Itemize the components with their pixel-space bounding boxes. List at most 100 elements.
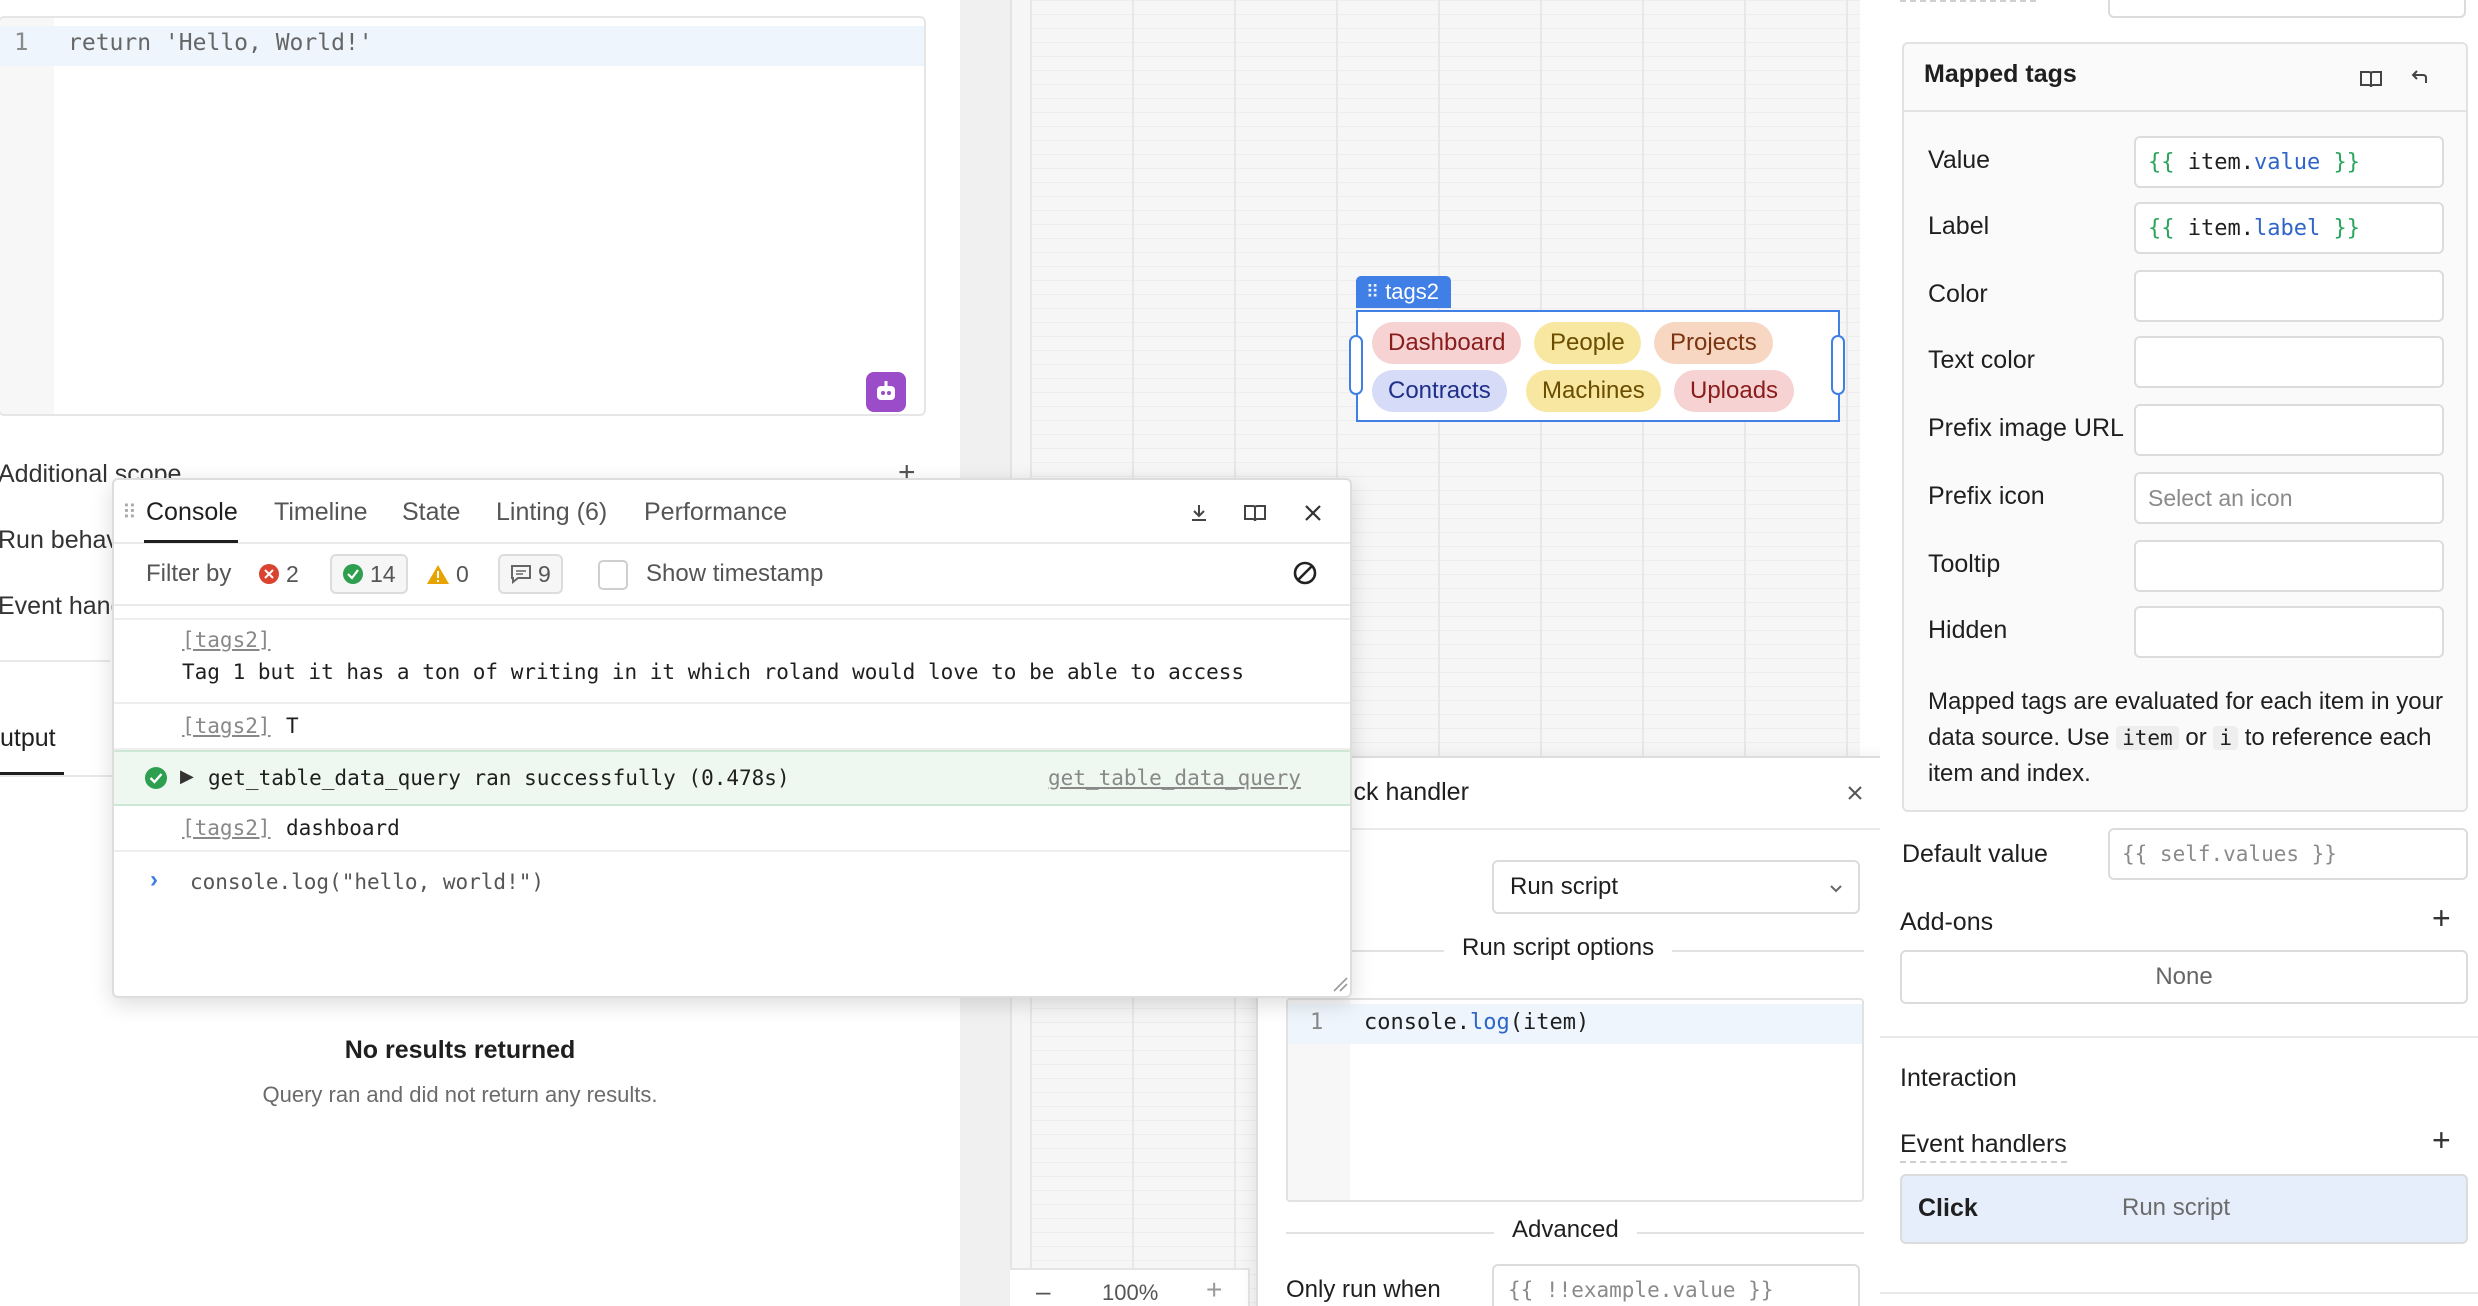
section-event-handlers[interactable]: Event hand bbox=[0, 592, 125, 621]
tab-console[interactable]: Console bbox=[146, 498, 238, 527]
tab-output[interactable]: utput bbox=[0, 724, 56, 753]
zoom-out-button[interactable]: – bbox=[1036, 1276, 1050, 1306]
tags-component[interactable]: Dashboard People Projects Contracts Mach… bbox=[1356, 310, 1840, 422]
close-handler-button[interactable] bbox=[1842, 780, 1868, 806]
clear-console-button[interactable] bbox=[1290, 558, 1320, 588]
tag-label: Uploads bbox=[1690, 377, 1779, 404]
tpl-dot: . bbox=[2240, 149, 2254, 175]
section-run-behavior[interactable]: Run behav bbox=[0, 526, 119, 555]
only-run-when-input[interactable]: {{ !!example.value }} bbox=[1492, 1264, 1860, 1306]
filter-warnings[interactable]: 0 bbox=[426, 554, 469, 594]
tag-people[interactable]: People bbox=[1534, 322, 1641, 364]
tab-performance[interactable]: Performance bbox=[644, 498, 787, 527]
tpl-prop: value bbox=[2253, 149, 2321, 175]
tab-linting[interactable]: Linting (6) bbox=[496, 498, 607, 527]
expand-triangle-icon[interactable]: ▶ bbox=[180, 766, 194, 787]
success-count: 14 bbox=[370, 560, 396, 587]
help-code-index: i bbox=[2213, 726, 2239, 750]
code-dot: . bbox=[1456, 1010, 1470, 1035]
resize-grip-icon[interactable] bbox=[1330, 974, 1348, 992]
prefix-icon-label: Prefix icon bbox=[1928, 482, 2045, 510]
reset-mapping-button[interactable] bbox=[2404, 64, 2434, 94]
help-code-item: item bbox=[2116, 726, 2179, 750]
tag-dashboard[interactable]: Dashboard bbox=[1372, 322, 1522, 364]
prefix-icon-select[interactable]: Select an icon bbox=[2134, 472, 2444, 524]
hidden-input[interactable] bbox=[2134, 606, 2444, 658]
log-row: [tags2] Tag 1 but it has a ton of writin… bbox=[114, 620, 1350, 704]
truncated-label-underline bbox=[1900, 0, 2036, 2]
tag-projects[interactable]: Projects bbox=[1654, 322, 1773, 364]
log-source-tag[interactable]: [tags2] bbox=[182, 714, 271, 738]
tag-label: Machines bbox=[1542, 377, 1645, 404]
download-logs-button[interactable] bbox=[1184, 498, 1214, 528]
docs-button[interactable] bbox=[1240, 498, 1270, 528]
value-input[interactable]: {{ item. value }} bbox=[2134, 136, 2444, 188]
options-heading: Run script options bbox=[1444, 934, 1673, 962]
tab-timeline[interactable]: Timeline bbox=[274, 498, 368, 527]
query-code-editor[interactable]: 1 return 'Hello, World!' bbox=[0, 16, 926, 416]
tooltip-label: Tooltip bbox=[1928, 550, 2001, 578]
tooltip-input[interactable] bbox=[2134, 540, 2444, 592]
component-name-badge[interactable]: ⠿ tags2 bbox=[1356, 276, 1452, 308]
resize-handle-left[interactable] bbox=[1349, 335, 1363, 395]
download-icon bbox=[1192, 505, 1206, 521]
filter-errors[interactable]: 2 bbox=[258, 554, 299, 594]
prompt-chevron-icon: › bbox=[150, 866, 158, 893]
query-link[interactable]: get_table_data_query bbox=[1048, 766, 1301, 790]
drag-handle-icon[interactable]: ⠿ bbox=[122, 500, 137, 525]
mapped-help-text: Mapped tags are evaluated for each item … bbox=[1928, 684, 2448, 792]
event-handler-row[interactable]: Click Run script bbox=[1900, 1174, 2468, 1244]
text-color-input[interactable] bbox=[2134, 336, 2444, 388]
tag-uploads[interactable]: Uploads bbox=[1674, 370, 1795, 412]
error-count: 2 bbox=[286, 560, 299, 587]
addons-none-box[interactable]: None bbox=[1900, 950, 2468, 1004]
close-console-button[interactable] bbox=[1298, 498, 1328, 528]
no-results-title: No results returned bbox=[344, 1036, 576, 1064]
chevron-down-icon bbox=[1830, 885, 1842, 893]
mapped-docs-button[interactable] bbox=[2356, 64, 2386, 94]
default-value-input[interactable]: {{ self.values }} bbox=[2108, 828, 2468, 880]
mapped-tags-title: Mapped tags bbox=[1924, 60, 2077, 88]
editor-line-number: 1 bbox=[14, 28, 29, 56]
log-source-tag[interactable]: [tags2] bbox=[182, 628, 271, 652]
script-code-editor[interactable]: 1 console.log(item) bbox=[1286, 998, 1864, 1202]
show-timestamp-checkbox[interactable] bbox=[598, 560, 628, 590]
inspector-bottom-divider bbox=[1880, 1292, 2478, 1294]
event-handlers-label: Event handlers bbox=[1900, 1130, 2067, 1163]
tag-label: Dashboard bbox=[1388, 329, 1506, 356]
label-input[interactable]: {{ item. label }} bbox=[2134, 202, 2444, 254]
editor-code-line[interactable]: return 'Hello, World!' bbox=[68, 30, 373, 56]
success-icon bbox=[145, 767, 167, 789]
drag-handle-icon[interactable]: ⠿ bbox=[1366, 282, 1379, 303]
add-addon-plus-icon[interactable]: + bbox=[2432, 900, 2451, 937]
tpl-open: {{ bbox=[2148, 215, 2175, 241]
truncated-input[interactable] bbox=[2108, 0, 2466, 18]
tag-label: Projects bbox=[1670, 329, 1757, 356]
inspector-divider bbox=[1880, 1036, 2478, 1038]
advanced-heading: Advanced bbox=[1494, 1216, 1637, 1244]
console-input[interactable]: console.log("hello, world!") bbox=[190, 870, 544, 894]
zoom-in-button[interactable]: + bbox=[1206, 1274, 1222, 1306]
tag-contracts[interactable]: Contracts bbox=[1372, 370, 1507, 412]
code-object: console bbox=[1364, 1010, 1457, 1035]
ai-assist-button[interactable] bbox=[866, 372, 906, 412]
filter-success[interactable]: 14 bbox=[330, 554, 408, 594]
tag-machines[interactable]: Machines bbox=[1526, 370, 1661, 412]
add-event-handler-plus-icon[interactable]: + bbox=[2432, 1122, 2451, 1159]
code-function: log bbox=[1469, 1010, 1510, 1035]
action-select[interactable]: Run script bbox=[1492, 860, 1860, 914]
log-message[interactable]: get_table_data_query ran successfully (0… bbox=[208, 766, 790, 790]
debug-console: ⠿ Console Timeline State Linting (6) Per… bbox=[112, 478, 1352, 998]
color-label: Color bbox=[1928, 280, 1988, 308]
help-text-part: or bbox=[2185, 724, 2207, 751]
zoom-level[interactable]: 100% bbox=[1102, 1280, 1158, 1306]
prefix-image-input[interactable] bbox=[2134, 404, 2444, 456]
resize-handle-right[interactable] bbox=[1831, 335, 1845, 395]
log-source-tag[interactable]: [tags2] bbox=[182, 816, 271, 840]
code-args: (item) bbox=[1509, 1010, 1590, 1035]
color-input[interactable] bbox=[2134, 270, 2444, 322]
editor-code-line[interactable]: console.log(item) bbox=[1364, 1010, 1589, 1035]
console-tab-bar: ⠿ Console Timeline State Linting (6) Per… bbox=[114, 480, 1350, 544]
filter-messages[interactable]: 9 bbox=[498, 554, 563, 594]
tab-state[interactable]: State bbox=[402, 498, 460, 527]
